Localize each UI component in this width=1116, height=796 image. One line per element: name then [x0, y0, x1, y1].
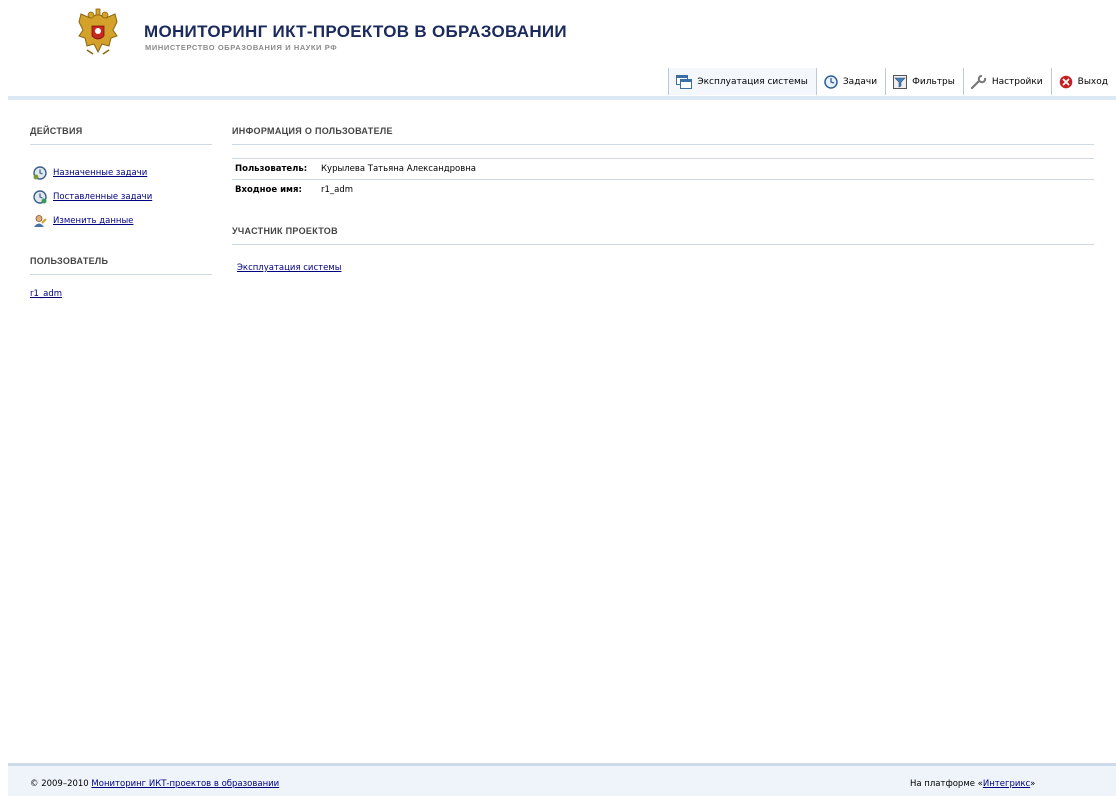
action-edit-data: Изменить данные [30, 209, 212, 233]
tab-label: Фильтры [912, 76, 955, 87]
site-title: МОНИТОРИНГ ИКТ-ПРОЕКТОВ В ОБРАЗОВАНИИ [144, 22, 567, 41]
projects-heading: УЧАСТНИК ПРОЕКТОВ [232, 226, 1094, 245]
sidebar: ДЕЙСТВИЯ Назначенные задачи Поставленные… [30, 126, 212, 299]
action-created-tasks: Поставленные задачи [30, 185, 212, 209]
header: МОНИТОРИНГ ИКТ-ПРОЕКТОВ В ОБРАЗОВАНИИ МИ… [0, 0, 1116, 100]
platform-link[interactable]: Интегрикс [983, 779, 1030, 789]
assigned-tasks-link[interactable]: Назначенные задачи [53, 168, 147, 178]
tab-system-operation[interactable]: Эксплуатация системы [668, 68, 816, 95]
russian-coat-of-arms-icon [75, 8, 121, 58]
actions-list: Назначенные задачи Поставленные задачи И… [30, 161, 212, 233]
wrench-icon [970, 74, 987, 89]
actions-heading: ДЕЙСТВИЯ [30, 126, 212, 145]
platform-prefix: На платформе « [910, 779, 983, 789]
tab-label: Эксплуатация системы [697, 76, 808, 87]
action-assigned-tasks: Назначенные задачи [30, 161, 212, 185]
user-info-table: Пользователь: Курылева Татьяна Александр… [232, 158, 1094, 200]
created-tasks-icon [33, 190, 47, 204]
info-key: Пользователь: [235, 164, 308, 174]
user-heading: ПОЛЬЗОВАТЕЛЬ [30, 256, 212, 275]
edit-data-link[interactable]: Изменить данные [53, 216, 133, 226]
filter-icon [893, 74, 908, 89]
created-tasks-link[interactable]: Поставленные задачи [53, 192, 152, 202]
clock-icon [824, 74, 838, 89]
assigned-tasks-icon [33, 166, 47, 180]
project-link[interactable]: Эксплуатация системы [237, 263, 1094, 273]
tab-filters[interactable]: Фильтры [885, 68, 963, 95]
top-nav-tabs: Эксплуатация системы Задачи Фильтры Наст… [668, 68, 1116, 96]
user-info-heading: ИНФОРМАЦИЯ О ПОЛЬЗОВАТЕЛЕ [232, 126, 1094, 145]
platform-suffix: » [1030, 779, 1036, 789]
platform-credit: На платформе «Интегрикс» [910, 779, 1035, 789]
footer: © 2009–2010 Мониторинг ИКТ-проектов в об… [8, 763, 1116, 796]
copyright: © 2009–2010 Мониторинг ИКТ-проектов в об… [30, 779, 279, 789]
table-row: Входное имя: r1_adm [232, 179, 1094, 201]
tab-label: Выход [1077, 76, 1108, 87]
tab-exit[interactable]: Выход [1050, 68, 1116, 95]
windows-icon [676, 74, 693, 89]
info-key: Входное имя: [235, 185, 302, 195]
header-divider [8, 96, 1116, 100]
tab-tasks[interactable]: Задачи [815, 68, 886, 95]
info-value: Курылева Татьяна Александровна [321, 164, 476, 174]
tab-label: Настройки [991, 76, 1043, 87]
copyright-link[interactable]: Мониторинг ИКТ-проектов в образовании [91, 779, 279, 789]
table-row: Пользователь: Курылева Татьяна Александр… [232, 158, 1094, 180]
copyright-prefix: © 2009–2010 [30, 779, 92, 789]
exit-icon [1059, 75, 1072, 88]
info-value: r1_adm [321, 185, 354, 195]
edit-user-icon [34, 215, 47, 227]
site-subtitle: МИНИСТЕРСТВО ОБРАЗОВАНИЯ И НАУКИ РФ [145, 43, 338, 52]
tab-settings[interactable]: Настройки [962, 68, 1051, 95]
tab-label: Задачи [842, 76, 878, 87]
main-content: ИНФОРМАЦИЯ О ПОЛЬЗОВАТЕЛЕ Пользователь: … [232, 126, 1094, 273]
user-link[interactable]: r1_adm [30, 289, 212, 299]
